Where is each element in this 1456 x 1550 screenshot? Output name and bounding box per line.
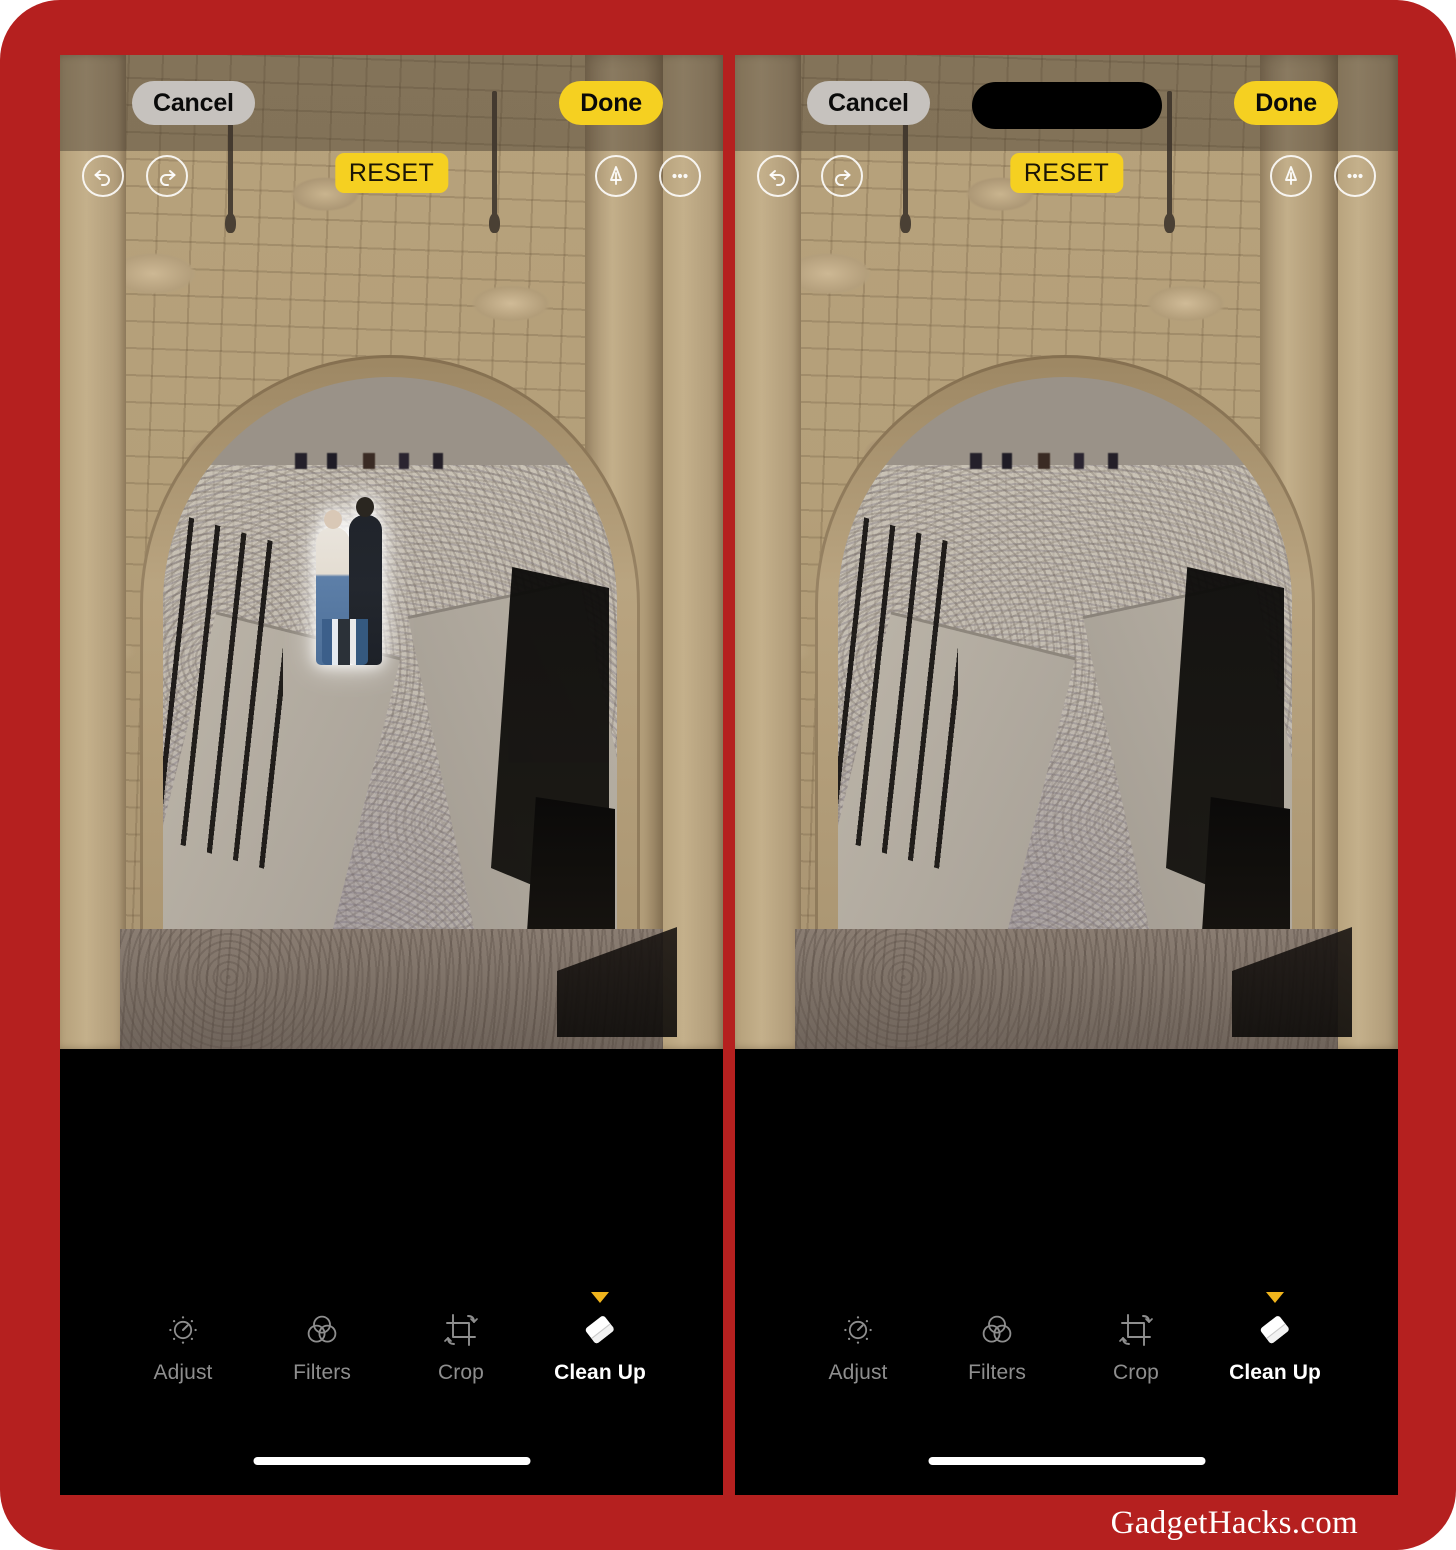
tab-clean-up-label: Clean Up bbox=[554, 1361, 646, 1384]
crop-icon bbox=[1116, 1306, 1156, 1354]
editor-bottom-area-before: Adjust Filters Crop Clean Up bbox=[60, 1049, 723, 1495]
done-button[interactable]: Done bbox=[559, 81, 663, 125]
tab-adjust[interactable]: Adjust bbox=[802, 1306, 915, 1385]
photo-canvas-before[interactable]: Cancel Done RESET bbox=[60, 55, 723, 1049]
markup-pen-icon[interactable] bbox=[1270, 155, 1312, 197]
redo-icon[interactable] bbox=[821, 155, 863, 197]
cleanup-eraser-icon bbox=[578, 1306, 622, 1354]
home-indicator[interactable] bbox=[253, 1457, 530, 1465]
redo-icon[interactable] bbox=[146, 155, 188, 197]
editor-tool-row: RESET bbox=[735, 151, 1398, 221]
phone-panel-after: Cancel Done RESET Adjust Filters Crop Cl… bbox=[735, 55, 1398, 1495]
cancel-button[interactable]: Cancel bbox=[132, 81, 255, 125]
tab-filters[interactable]: Filters bbox=[941, 1306, 1054, 1385]
done-button[interactable]: Done bbox=[1234, 81, 1338, 125]
dark-bin-right bbox=[527, 797, 615, 947]
railing-left bbox=[163, 509, 283, 875]
red-frame-background: Cancel Done RESET Adjust Filters Crop Cl… bbox=[0, 0, 1456, 1550]
selected-tab-marker bbox=[591, 1292, 609, 1303]
cleanup-eraser-icon bbox=[1253, 1306, 1297, 1354]
highlighted-subject-couple[interactable] bbox=[312, 497, 384, 665]
adjust-icon bbox=[838, 1306, 878, 1354]
subject-legs bbox=[322, 619, 368, 665]
more-options-icon[interactable] bbox=[659, 155, 701, 197]
dark-bin-right bbox=[1202, 797, 1290, 947]
editor-bottom-area-after: Adjust Filters Crop Clean Up bbox=[735, 1049, 1398, 1495]
distant-figures bbox=[958, 453, 1158, 469]
edit-mode-tabs-after: Adjust Filters Crop Clean Up bbox=[735, 1292, 1398, 1385]
undo-icon[interactable] bbox=[82, 155, 124, 197]
markup-pen-icon[interactable] bbox=[595, 155, 637, 197]
tab-crop-label: Crop bbox=[1113, 1361, 1159, 1384]
tab-filters-label: Filters bbox=[968, 1361, 1026, 1384]
tab-filters[interactable]: Filters bbox=[266, 1306, 379, 1385]
railing-left bbox=[838, 509, 958, 875]
tab-adjust-label: Adjust bbox=[153, 1361, 213, 1384]
tab-filters-label: Filters bbox=[293, 1361, 351, 1384]
undo-icon[interactable] bbox=[757, 155, 799, 197]
cancel-button[interactable]: Cancel bbox=[807, 81, 930, 125]
reset-button[interactable]: RESET bbox=[334, 153, 449, 193]
watermark: GadgetHacks.com bbox=[1110, 1505, 1358, 1541]
tab-clean-up[interactable]: Clean Up bbox=[1219, 1292, 1332, 1385]
tab-crop[interactable]: Crop bbox=[1080, 1306, 1193, 1385]
home-indicator[interactable] bbox=[928, 1457, 1205, 1465]
phone-panel-before: Cancel Done RESET Adjust Filters Crop Cl… bbox=[60, 55, 723, 1495]
phone-screenshot-pair: Cancel Done RESET Adjust Filters Crop Cl… bbox=[60, 55, 1398, 1495]
filters-icon bbox=[302, 1306, 342, 1354]
selected-tab-marker bbox=[1266, 1292, 1284, 1303]
reset-button[interactable]: RESET bbox=[1009, 153, 1124, 193]
distant-figures bbox=[283, 453, 483, 469]
filters-icon bbox=[977, 1306, 1017, 1354]
photo-canvas-after[interactable]: Cancel Done RESET bbox=[735, 55, 1398, 1049]
tab-clean-up-label: Clean Up bbox=[1229, 1361, 1321, 1384]
dynamic-island bbox=[971, 82, 1162, 129]
edit-mode-tabs-before: Adjust Filters Crop Clean Up bbox=[60, 1292, 723, 1385]
tab-clean-up[interactable]: Clean Up bbox=[544, 1292, 657, 1385]
crop-icon bbox=[441, 1306, 481, 1354]
editor-tool-row: RESET bbox=[60, 151, 723, 221]
tab-crop[interactable]: Crop bbox=[405, 1306, 518, 1385]
tab-crop-label: Crop bbox=[438, 1361, 484, 1384]
adjust-icon bbox=[163, 1306, 203, 1354]
editor-top-bar: Cancel Done bbox=[60, 55, 723, 151]
tab-adjust-label: Adjust bbox=[828, 1361, 888, 1384]
tab-adjust[interactable]: Adjust bbox=[127, 1306, 240, 1385]
more-options-icon[interactable] bbox=[1334, 155, 1376, 197]
